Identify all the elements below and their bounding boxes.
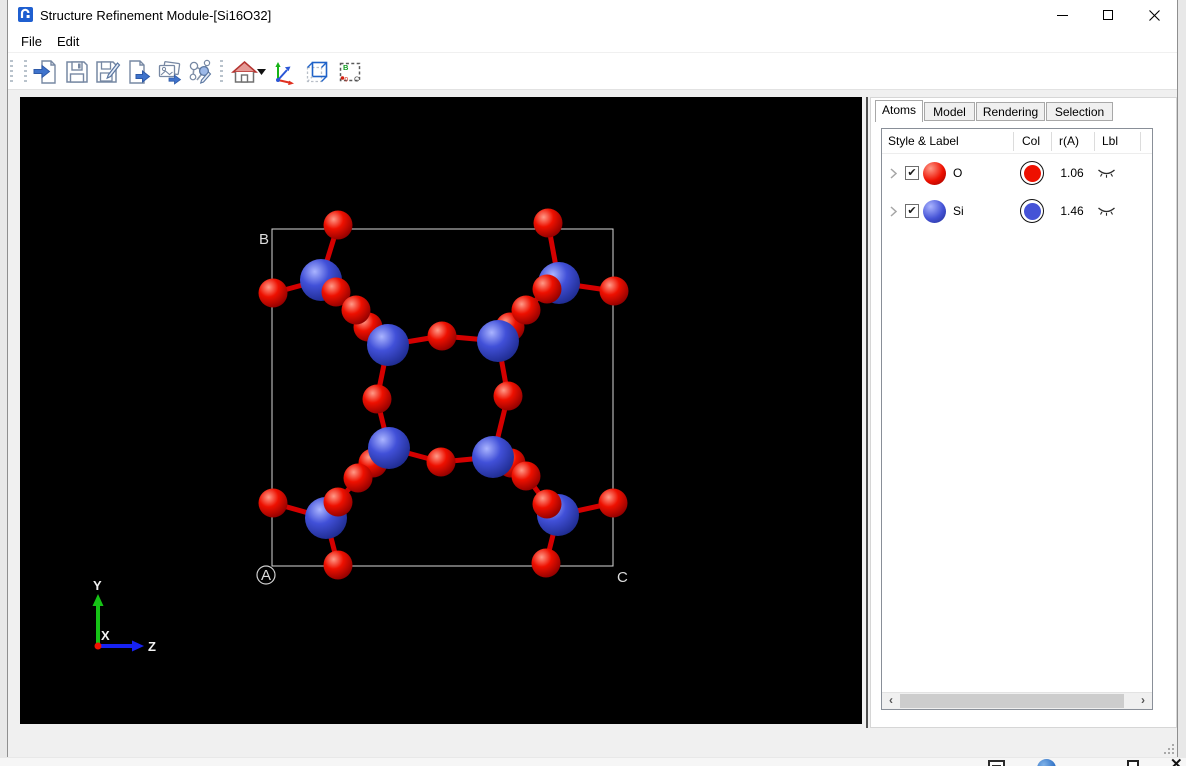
minimize-icon bbox=[1057, 15, 1068, 16]
atom-sphere bbox=[923, 162, 946, 185]
right-panel: Atoms Model Rendering Selection Style & … bbox=[870, 97, 1177, 728]
import-file-icon bbox=[33, 59, 59, 85]
export-image-icon bbox=[157, 59, 183, 85]
structure-scene: B A C Y Z X bbox=[20, 97, 862, 724]
maximize-button[interactable] bbox=[1085, 0, 1131, 30]
svg-text:B: B bbox=[343, 63, 349, 72]
export-file-icon bbox=[126, 59, 152, 85]
radius-value[interactable]: 1.46 bbox=[1052, 204, 1092, 218]
save-as-icon bbox=[95, 59, 121, 85]
structure-viewport[interactable]: B A C Y Z X bbox=[20, 97, 862, 724]
close-icon bbox=[1149, 10, 1160, 21]
toolbar-grip-3[interactable] bbox=[220, 60, 223, 84]
table-header: Style & Label Col r(A) Lbl bbox=[882, 129, 1152, 154]
svg-text:C: C bbox=[617, 569, 628, 586]
label-hidden-eye-icon[interactable] bbox=[1097, 206, 1116, 217]
panel-splitter[interactable] bbox=[866, 97, 868, 728]
element-label: O bbox=[953, 166, 962, 180]
axes-orientation-icon bbox=[271, 59, 297, 85]
color-swatch-inner bbox=[1024, 165, 1041, 182]
window-resize-grip[interactable] bbox=[1160, 740, 1174, 754]
color-swatch[interactable] bbox=[1020, 199, 1044, 223]
tab-atoms[interactable]: Atoms bbox=[875, 100, 923, 122]
color-swatch[interactable] bbox=[1020, 161, 1044, 185]
expand-chevron-icon[interactable] bbox=[890, 168, 897, 179]
import-file-button[interactable] bbox=[32, 58, 60, 86]
window-title: Structure Refinement Module-[Si16O32] bbox=[40, 8, 271, 23]
table-row-O: O 1.06 bbox=[882, 154, 1152, 192]
menu-edit[interactable]: Edit bbox=[53, 33, 83, 50]
toolbar: B 0 C bbox=[8, 52, 1177, 90]
molecule-icon bbox=[187, 59, 213, 85]
cell-range-selection-icon: B 0 C bbox=[336, 59, 363, 85]
header-col[interactable]: Col bbox=[1022, 134, 1040, 148]
minimize-button[interactable] bbox=[1039, 0, 1085, 30]
visibility-checkbox[interactable] bbox=[905, 204, 919, 218]
maximize-icon bbox=[1103, 10, 1113, 20]
unit-cell-box-button[interactable] bbox=[303, 58, 331, 86]
svg-text:A: A bbox=[261, 567, 271, 584]
header-radius[interactable]: r(A) bbox=[1059, 134, 1079, 148]
background-terminal-icon bbox=[988, 760, 1005, 766]
titlebar: Structure Refinement Module-[Si16O32] bbox=[8, 0, 1177, 30]
save-as-button[interactable] bbox=[94, 58, 122, 86]
svg-text:C: C bbox=[354, 75, 360, 84]
background-help-icon bbox=[1037, 759, 1056, 766]
scroll-left-button[interactable]: ‹ bbox=[882, 693, 900, 709]
svg-text:Y: Y bbox=[93, 578, 102, 593]
scrollbar-thumb[interactable] bbox=[900, 694, 1124, 708]
background-maximize-icon bbox=[1127, 760, 1139, 766]
save-icon bbox=[64, 59, 90, 85]
molecule-button[interactable] bbox=[186, 58, 214, 86]
element-label: Si bbox=[953, 204, 964, 218]
radius-value[interactable]: 1.06 bbox=[1052, 166, 1092, 180]
app-logo-icon bbox=[18, 7, 33, 22]
table-row-Si: Si 1.46 bbox=[882, 192, 1152, 230]
svg-text:Z: Z bbox=[148, 639, 156, 654]
atoms-table: Style & Label Col r(A) Lbl O bbox=[881, 128, 1153, 710]
unit-cell-box-icon bbox=[304, 59, 330, 85]
toolbar-grip[interactable] bbox=[10, 60, 13, 84]
horizontal-scrollbar[interactable]: ‹ › bbox=[882, 692, 1152, 709]
color-swatch-inner bbox=[1024, 203, 1041, 220]
tab-selection[interactable]: Selection bbox=[1046, 102, 1113, 121]
close-button[interactable] bbox=[1131, 0, 1177, 30]
app-window: Structure Refinement Module-[Si16O32] Fi… bbox=[7, 0, 1178, 757]
header-style-label[interactable]: Style & Label bbox=[888, 134, 959, 148]
chevron-down-icon bbox=[257, 69, 266, 75]
home-dropdown-button[interactable] bbox=[254, 58, 268, 86]
expand-chevron-icon[interactable] bbox=[890, 206, 897, 217]
svg-text:0: 0 bbox=[344, 77, 348, 84]
header-lbl[interactable]: Lbl bbox=[1102, 134, 1118, 148]
axes-orientation-button[interactable] bbox=[270, 58, 298, 86]
visibility-checkbox[interactable] bbox=[905, 166, 919, 180]
client-area: B A C Y Z X Atoms Model Rendering Selection S… bbox=[8, 90, 1177, 757]
menu-file[interactable]: File bbox=[17, 33, 46, 50]
label-hidden-eye-icon[interactable] bbox=[1097, 168, 1116, 179]
atom-sphere bbox=[923, 200, 946, 223]
screen: ✕ Structure Refinement Module-[Si16O32] bbox=[0, 0, 1186, 766]
export-image-button[interactable] bbox=[156, 58, 184, 86]
background-window-strip: ✕ bbox=[0, 758, 1186, 766]
tab-rendering[interactable]: Rendering bbox=[976, 102, 1045, 121]
toolbar-grip-2[interactable] bbox=[24, 60, 27, 84]
tab-model[interactable]: Model bbox=[924, 102, 975, 121]
svg-text:X: X bbox=[101, 628, 110, 643]
svg-text:B: B bbox=[259, 231, 269, 248]
save-button[interactable] bbox=[63, 58, 91, 86]
cell-range-selection-button[interactable]: B 0 C bbox=[335, 58, 363, 86]
export-file-button[interactable] bbox=[125, 58, 153, 86]
scroll-right-button[interactable]: › bbox=[1134, 693, 1152, 709]
menubar: File Edit bbox=[8, 30, 1177, 52]
